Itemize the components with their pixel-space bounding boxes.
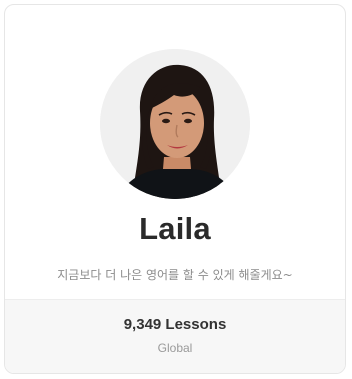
avatar	[100, 49, 250, 199]
card-footer: 9,349 Lessons Global	[5, 299, 345, 373]
tutor-bio: 지금보다 더 나은 영어를 할 수 있게 해줄게요~	[57, 268, 293, 282]
profile-photo-icon	[100, 49, 250, 199]
tutor-name: Laila	[139, 211, 211, 246]
tutor-region: Global	[157, 341, 193, 355]
lesson-count: 9,349 Lessons	[123, 316, 227, 333]
tutor-card[interactable]: Laila 지금보다 더 나은 영어를 할 수 있게 해줄게요~ 9,349 L…	[4, 4, 346, 374]
